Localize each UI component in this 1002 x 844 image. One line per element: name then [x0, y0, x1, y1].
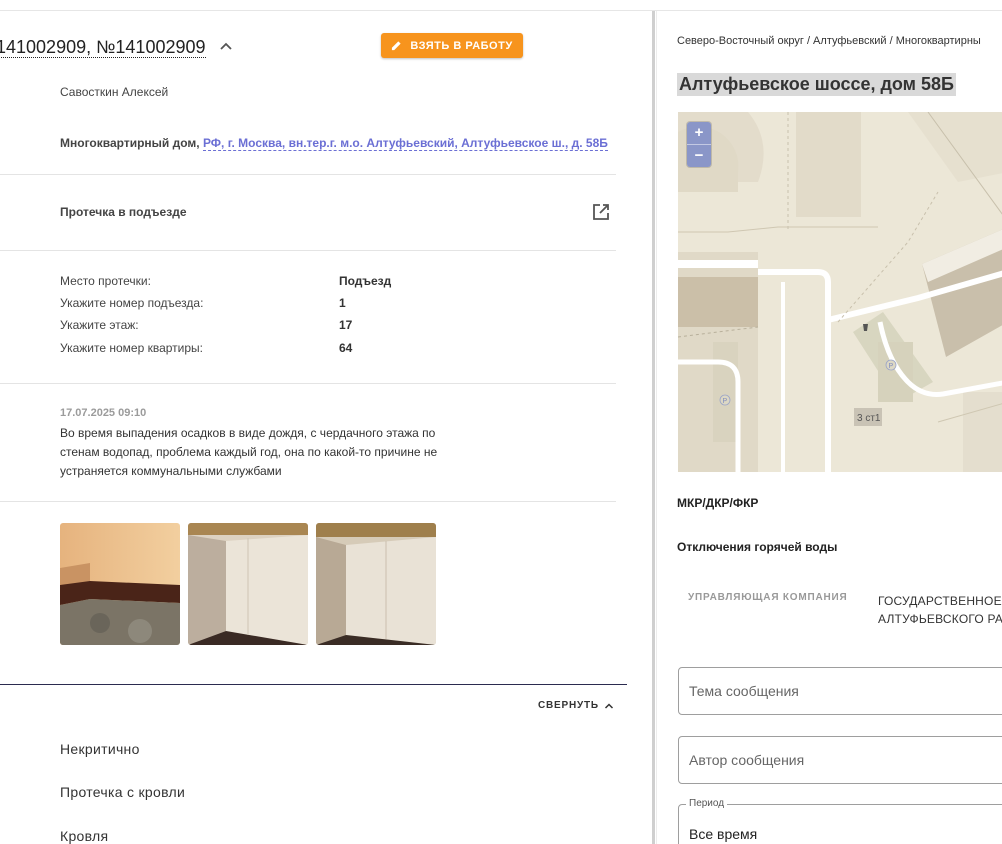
photo-thumbnail[interactable] [188, 523, 308, 645]
zoom-in-button[interactable]: + [687, 122, 711, 144]
map-zoom-controls: + − [687, 122, 711, 167]
pencil-icon [392, 41, 401, 51]
period-legend: Период [686, 798, 728, 809]
photo-thumbnail[interactable] [60, 523, 180, 645]
take-to-work-button[interactable]: ВЗЯТЬ В РАБОТУ [381, 33, 523, 58]
category-item: Некритично [60, 741, 140, 757]
detail-value: Подъезд [339, 274, 392, 288]
section-divider [0, 684, 627, 685]
object-address: Многоквартирный дом, РФ, г. Москва, вн.т… [60, 136, 608, 151]
breadcrumb[interactable]: Северо-Восточный округ / Алтуфьевский / … [677, 35, 981, 47]
divider [0, 250, 616, 251]
object-address-link[interactable]: РФ, г. Москва, вн.тер.г. м.о. Алтуфьевск… [202, 136, 608, 151]
message-text: Во время выпадения осадков в виде дождя,… [60, 426, 438, 478]
category-item: Протечка с кровли [60, 784, 186, 800]
detail-value: 1 [339, 296, 346, 310]
management-company-label: УПРАВЛЯЮЩАЯ КОМПАНИЯ [688, 592, 848, 603]
hot-water-label: Отключения горячей воды [677, 540, 838, 554]
zoom-out-button[interactable]: − [687, 144, 711, 167]
open-external-icon[interactable] [591, 202, 611, 222]
photo-thumbnail[interactable] [316, 523, 436, 645]
divider [0, 501, 616, 502]
period-select[interactable]: Период Все время [678, 798, 1002, 844]
object-panel: Северо-Восточный округ / Алтуфьевский / … [657, 11, 1002, 844]
object-address-title: Алтуфьевское шоссе, дом 58Б [677, 73, 956, 96]
object-type: Многоквартирный дом, [60, 136, 200, 150]
divider [0, 383, 616, 384]
subject-field [678, 667, 1002, 715]
parking-label: P [723, 398, 728, 405]
ticket-panel: 141002909, №141002909 ВЗЯТЬ В РАБОТУ Сав… [0, 11, 652, 844]
category-item: Кровля [60, 828, 109, 844]
map-canvas: P P 3 ст1 [678, 112, 1002, 472]
parking-label: P [889, 363, 894, 370]
collapse-button[interactable]: СВЕРНУТЬ [538, 700, 614, 711]
building-label: 3 ст1 [857, 413, 881, 424]
programs-label: МКР/ДКР/ФКР [677, 496, 759, 510]
subject-input[interactable] [679, 668, 989, 714]
detail-value: 64 [339, 341, 353, 355]
detail-key: Место протечки: [60, 274, 151, 288]
map[interactable]: P P 3 ст1 + − [678, 112, 1002, 472]
problem-title: Протечка в подъезде [60, 205, 187, 219]
detail-key: Укажите номер подъезда: [60, 296, 204, 310]
management-company-value: ГОСУДАРСТВЕННОЕ Б АЛТУФЬЕВСКОГО РАЙ [878, 594, 1002, 626]
period-value: Все время [689, 826, 758, 842]
author-name: Савосткин Алексей [60, 85, 169, 99]
author-input[interactable] [679, 737, 989, 783]
photo-gallery [60, 523, 436, 645]
author-field [678, 736, 1002, 784]
detail-value: 17 [339, 318, 353, 332]
take-to-work-label: ВЗЯТЬ В РАБОТУ [410, 39, 513, 52]
chevron-up-icon [604, 702, 613, 709]
chevron-up-icon[interactable] [219, 40, 233, 54]
collapse-label: СВЕРНУТЬ [538, 700, 599, 711]
detail-key: Укажите номер квартиры: [60, 341, 204, 355]
detail-key: Укажите этаж: [60, 318, 139, 332]
message-date: 17.07.2025 09:10 [60, 407, 147, 419]
panel-splitter[interactable] [652, 11, 655, 844]
ticket-title[interactable]: 141002909, №141002909 [0, 37, 206, 58]
divider [0, 174, 616, 175]
